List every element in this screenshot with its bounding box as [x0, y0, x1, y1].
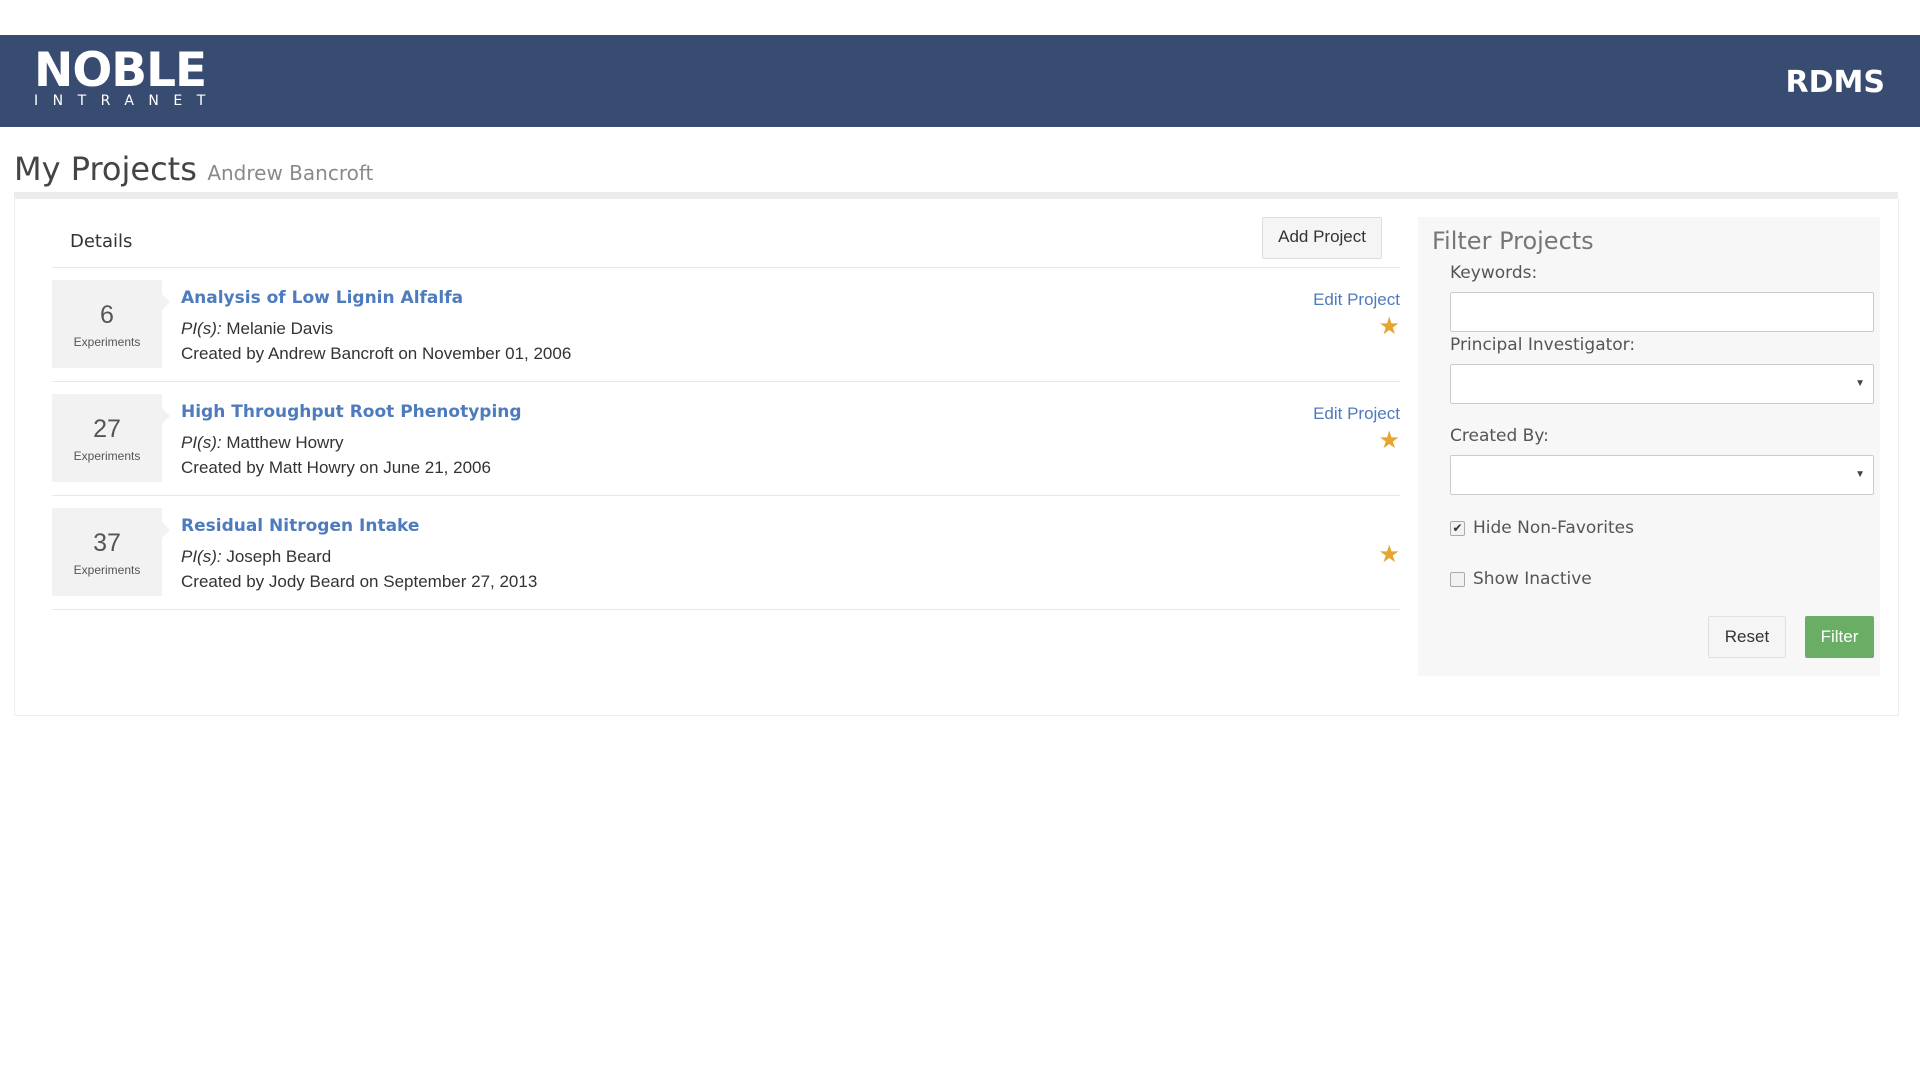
edit-project-link[interactable]: Edit Project — [1313, 404, 1400, 424]
project-row: 27 Experiments High Throughput Root Phen… — [52, 382, 1400, 496]
add-project-button[interactable]: Add Project — [1262, 217, 1382, 259]
project-title-link[interactable]: Analysis of Low Lignin Alfalfa — [181, 288, 463, 308]
pi-label: PI(s): — [181, 319, 222, 338]
experiments-count: 6 — [100, 301, 114, 329]
experiments-label: Experiments — [73, 335, 141, 349]
projects-panel: Details Add Project 6 Experiments Analys… — [14, 199, 1899, 716]
hide-non-favorites-checkbox[interactable]: ✔ — [1450, 520, 1465, 536]
experiments-label: Experiments — [73, 449, 141, 463]
favorite-star-icon[interactable]: ★ — [1378, 426, 1400, 456]
noble-intranet-logo[interactable]: NOBLE INTRANET — [34, 43, 220, 109]
filter-button[interactable]: Filter — [1805, 616, 1874, 658]
experiments-count: 27 — [93, 415, 121, 443]
favorite-star-icon[interactable]: ★ — [1378, 540, 1400, 570]
filter-panel: Filter Projects Keywords: Principal Inve… — [1418, 217, 1880, 676]
page-heading: My Projects Andrew Bancroft — [14, 150, 373, 188]
top-spacer — [0, 0, 1920, 35]
hide-non-favorites-label: Hide Non-Favorites — [1473, 518, 1634, 538]
hide-non-favorites-option[interactable]: ✔ Hide Non-Favorites — [1450, 518, 1634, 538]
show-inactive-checkbox[interactable] — [1450, 571, 1465, 587]
edit-project-link[interactable]: Edit Project — [1313, 290, 1400, 310]
experiments-count: 37 — [93, 529, 121, 557]
experiments-count-box[interactable]: 6 Experiments — [52, 280, 170, 368]
page-user-name: Andrew Bancroft — [207, 161, 374, 185]
experiments-count-box[interactable]: 27 Experiments — [52, 394, 170, 482]
keywords-label: Keywords: — [1450, 263, 1538, 283]
created-by-select[interactable]: ▼ — [1450, 455, 1874, 495]
pi-name: Matthew Howry — [226, 433, 344, 452]
experiments-count-box[interactable]: 37 Experiments — [52, 508, 170, 596]
pi-name: Melanie Davis — [226, 319, 334, 338]
show-inactive-label: Show Inactive — [1473, 569, 1592, 589]
logo-sub-text: INTRANET — [34, 93, 220, 109]
page-title: My Projects — [14, 150, 197, 188]
keywords-input[interactable] — [1450, 292, 1874, 332]
project-pi: PI(s): Matthew Howry — [181, 433, 343, 453]
project-list-header: Details Add Project — [52, 217, 1400, 268]
logo-main-text: NOBLE — [34, 43, 207, 98]
principal-investigator-label: Principal Investigator: — [1450, 335, 1636, 355]
project-created: Created by Andrew Bancroft on November 0… — [181, 344, 572, 363]
project-row: 6 Experiments Analysis of Low Lignin Alf… — [52, 268, 1400, 382]
reset-button[interactable]: Reset — [1708, 616, 1786, 658]
principal-investigator-select[interactable]: ▼ — [1450, 364, 1874, 404]
heading-divider — [14, 192, 1898, 199]
app-header: NOBLE INTRANET RDMS — [0, 35, 1920, 127]
favorite-star-icon[interactable]: ★ — [1378, 312, 1400, 342]
project-row: 37 Experiments Residual Nitrogen Intake … — [52, 496, 1400, 610]
details-label: Details — [70, 231, 133, 252]
show-inactive-option[interactable]: Show Inactive — [1450, 569, 1592, 589]
pi-label: PI(s): — [181, 433, 222, 452]
project-title-link[interactable]: High Throughput Root Phenotyping — [181, 402, 522, 422]
created-by-label: Created By: — [1450, 426, 1549, 446]
project-list: Details Add Project 6 Experiments Analys… — [52, 217, 1400, 610]
chevron-down-icon: ▼ — [1855, 469, 1865, 480]
chevron-down-icon: ▼ — [1855, 378, 1865, 389]
filter-title: Filter Projects — [1432, 227, 1594, 255]
project-pi: PI(s): Melanie Davis — [181, 319, 333, 339]
project-pi: PI(s): Joseph Beard — [181, 547, 331, 567]
project-title-link[interactable]: Residual Nitrogen Intake — [181, 516, 419, 536]
pi-name: Joseph Beard — [226, 547, 332, 566]
app-name[interactable]: RDMS — [1786, 65, 1885, 100]
project-created: Created by Jody Beard on September 27, 2… — [181, 572, 538, 591]
pi-label: PI(s): — [181, 547, 222, 566]
project-created: Created by Matt Howry on June 21, 2006 — [181, 458, 491, 477]
experiments-label: Experiments — [73, 563, 141, 577]
